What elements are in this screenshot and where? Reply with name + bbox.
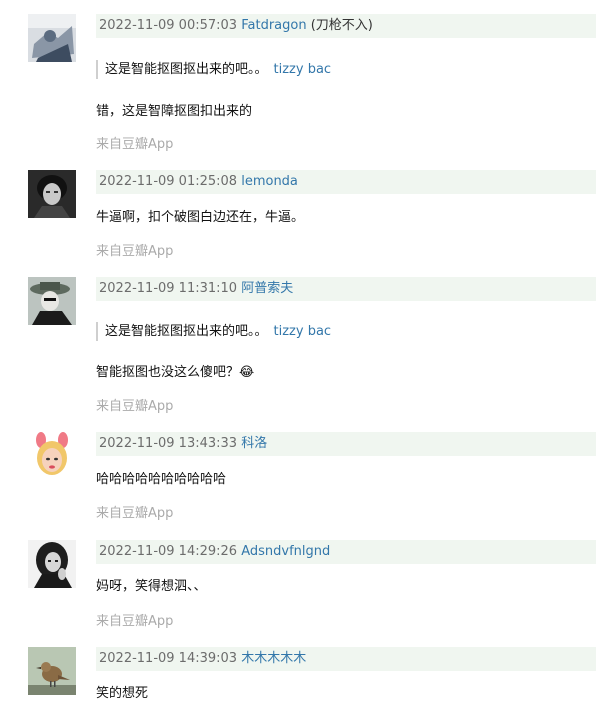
avatar[interactable] bbox=[28, 170, 76, 218]
comment-source: 来自豆瓣App bbox=[96, 244, 174, 259]
comment-meta: 2022-11-09 11:31:10 阿普索夫 bbox=[96, 277, 596, 301]
comment-item: 2022-11-09 00:57:03 Fatdragon (刀枪不入) 这是智… bbox=[0, 14, 596, 164]
quoted-reply: 这是智能抠图抠出来的吧。。 tizzy bac bbox=[96, 322, 331, 341]
user-photo-icon bbox=[28, 647, 76, 695]
comment-meta: 2022-11-09 00:57:03 Fatdragon (刀枪不入) bbox=[96, 14, 596, 38]
comment-text: 妈呀，笑得想泗、、 bbox=[96, 579, 207, 594]
comment-time: 2022-11-09 11:31:10 bbox=[99, 281, 238, 296]
author-link[interactable]: lemonda bbox=[241, 174, 298, 189]
quote-text: 这是智能抠图抠出来的吧。。 bbox=[105, 324, 268, 339]
user-photo-icon bbox=[28, 170, 76, 218]
avatar[interactable] bbox=[28, 540, 76, 588]
comment-time: 2022-11-09 14:29:26 bbox=[99, 544, 238, 559]
comment-time: 2022-11-09 14:39:03 bbox=[99, 651, 238, 666]
comment-item: 2022-11-09 11:31:10 阿普索夫 这是智能抠图抠出来的吧。。 ti… bbox=[0, 277, 596, 427]
avatar[interactable] bbox=[28, 432, 76, 480]
quote-author-link[interactable]: tizzy bac bbox=[274, 324, 332, 339]
avatar[interactable] bbox=[28, 14, 76, 62]
comment-time: 2022-11-09 01:25:08 bbox=[99, 174, 238, 189]
comment-list: 2022-11-09 00:57:03 Fatdragon (刀枪不入) 这是智… bbox=[0, 0, 596, 721]
avatar[interactable] bbox=[28, 277, 76, 325]
comment-item: 2022-11-09 14:39:03 木木木木木 笑的想死 bbox=[0, 647, 596, 721]
quote-text: 这是智能抠图抠出来的吧。。 bbox=[105, 62, 268, 77]
comment-text: 哈哈哈哈哈哈哈哈哈哈 bbox=[96, 472, 227, 487]
user-photo-icon bbox=[28, 14, 76, 62]
comment-source: 来自豆瓣App bbox=[96, 614, 174, 629]
author-note: (刀枪不入) bbox=[310, 18, 373, 33]
comment-text: 智能抠图也没这么傻吧？😂 bbox=[96, 365, 255, 380]
author-link[interactable]: Fatdragon bbox=[241, 18, 306, 33]
comment-time: 2022-11-09 00:57:03 bbox=[99, 18, 238, 33]
author-link[interactable]: Adsndvfnlgnd bbox=[241, 544, 330, 559]
comment-meta: 2022-11-09 13:43:33 科洛 bbox=[96, 432, 596, 456]
comment-meta: 2022-11-09 14:39:03 木木木木木 bbox=[96, 647, 596, 671]
comment-item: 2022-11-09 13:43:33 科洛 哈哈哈哈哈哈哈哈哈哈 来自豆瓣Ap… bbox=[0, 432, 596, 532]
author-link[interactable]: 阿普索夫 bbox=[241, 281, 293, 296]
comment-text: 错，这是智障抠图扣出来的 bbox=[96, 104, 253, 119]
user-photo-icon bbox=[28, 540, 76, 588]
comment-text: 牛逼啊，扣个破图白边还在，牛逼。 bbox=[96, 210, 305, 225]
comment-meta: 2022-11-09 01:25:08 lemonda bbox=[96, 170, 596, 194]
comment-item: 2022-11-09 14:29:26 Adsndvfnlgnd 妈呀，笑得想泗… bbox=[0, 540, 596, 640]
comment-source: 来自豆瓣App bbox=[96, 137, 174, 152]
author-link[interactable]: 科洛 bbox=[241, 436, 267, 451]
comment-text: 笑的想死 bbox=[96, 686, 149, 701]
comment-source: 来自豆瓣App bbox=[96, 506, 174, 521]
comment-time: 2022-11-09 13:43:33 bbox=[99, 436, 238, 451]
user-photo-icon bbox=[28, 432, 76, 480]
author-link[interactable]: 木木木木木 bbox=[241, 651, 306, 666]
comment-item: 2022-11-09 01:25:08 lemonda 牛逼啊，扣个破图白边还在… bbox=[0, 170, 596, 270]
comment-meta: 2022-11-09 14:29:26 Adsndvfnlgnd bbox=[96, 540, 596, 564]
quote-author-link[interactable]: tizzy bac bbox=[274, 62, 332, 77]
quoted-reply: 这是智能抠图抠出来的吧。。 tizzy bac bbox=[96, 60, 331, 79]
user-photo-icon bbox=[28, 277, 76, 325]
comment-source: 来自豆瓣App bbox=[96, 399, 174, 414]
avatar[interactable] bbox=[28, 647, 76, 695]
